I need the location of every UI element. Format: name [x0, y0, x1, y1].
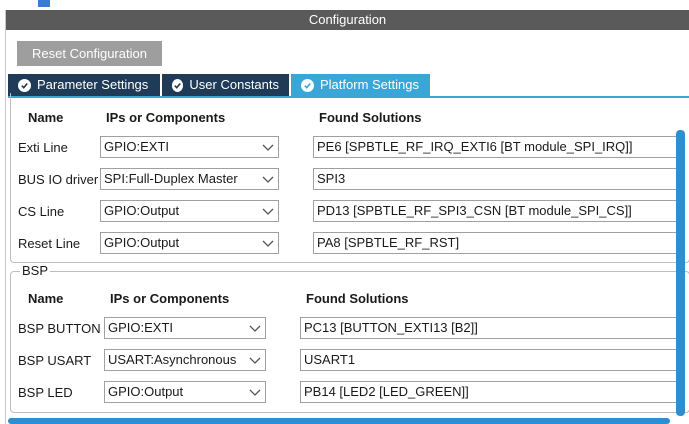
check-circle-icon	[301, 78, 314, 92]
ip-select[interactable]: SPI:Full-Duplex Master	[100, 168, 279, 190]
reset-configuration-button[interactable]: Reset Configuration	[17, 41, 162, 66]
column-header-name: Name	[28, 291, 64, 306]
chevron-down-icon	[249, 389, 261, 396]
ip-select-value: GPIO:Output	[104, 203, 180, 218]
solution-field[interactable]: PC13 [BUTTON_EXTI13 [B2]]	[300, 317, 678, 339]
ip-select[interactable]: GPIO:Output	[104, 381, 266, 403]
checkbox-icon	[38, 0, 50, 7]
row-label: Exti Line	[18, 140, 68, 155]
row-label: BSP BUTTON	[18, 321, 101, 336]
row-label: BUS IO driver	[18, 172, 99, 187]
ip-select[interactable]: GPIO:EXTI	[100, 136, 279, 158]
chevron-down-icon	[249, 357, 261, 364]
solution-field[interactable]: PB14 [LED2 [LED_GREEN]]	[300, 381, 678, 403]
solution-field[interactable]: USART1	[300, 349, 678, 371]
ip-select[interactable]: USART:Asynchronous	[104, 349, 266, 371]
previous-panel-strip	[0, 0, 689, 10]
chevron-down-icon	[262, 176, 274, 183]
row-label: CS Line	[18, 204, 65, 219]
horizontal-scrollbar[interactable]	[8, 418, 670, 424]
solution-field[interactable]: PE6 [SPBTLE_RF_IRQ_EXTI6 [BT module_SPI_…	[313, 136, 678, 158]
configuration-titlebar: Configuration	[6, 10, 689, 30]
ip-select-value: GPIO:EXTI	[108, 320, 174, 335]
row-label: Reset Line	[18, 236, 81, 251]
solution-field[interactable]: SPI3	[313, 168, 678, 190]
ip-select-value: GPIO:EXTI	[104, 139, 170, 154]
ip-select-value: GPIO:Output	[108, 384, 184, 399]
column-header-ips: IPs or Components	[106, 110, 226, 125]
left-edge	[0, 10, 6, 424]
row-label: BSP LED	[18, 385, 73, 400]
column-header-solutions: Found Solutions	[319, 110, 422, 125]
column-header-solutions: Found Solutions	[306, 291, 409, 306]
column-header-ips: IPs or Components	[110, 291, 230, 306]
check-circle-icon	[18, 78, 31, 92]
chevron-down-icon	[262, 208, 274, 215]
check-circle-icon	[172, 78, 184, 92]
chevron-down-icon	[262, 240, 274, 247]
solution-field[interactable]: PA8 [SPBTLE_RF_RST]	[313, 232, 678, 254]
solution-field[interactable]: PD13 [SPBTLE_RF_SPI3_CSN [BT module_SPI_…	[313, 200, 678, 222]
ip-select-value: USART:Asynchronous	[108, 352, 237, 367]
ip-select[interactable]: GPIO:Output	[100, 232, 279, 254]
bsp-group-legend: BSP	[20, 263, 51, 278]
chevron-down-icon	[249, 325, 261, 332]
column-header-name: Name	[28, 110, 64, 125]
chevron-down-icon	[262, 144, 274, 151]
ip-select-value: SPI:Full-Duplex Master	[104, 171, 238, 186]
ip-select[interactable]: GPIO:EXTI	[104, 317, 266, 339]
ip-select-value: GPIO:Output	[104, 235, 180, 250]
vertical-scrollbar[interactable]	[676, 130, 685, 416]
ip-select[interactable]: GPIO:Output	[100, 200, 279, 222]
row-label: BSP USART	[18, 353, 92, 368]
